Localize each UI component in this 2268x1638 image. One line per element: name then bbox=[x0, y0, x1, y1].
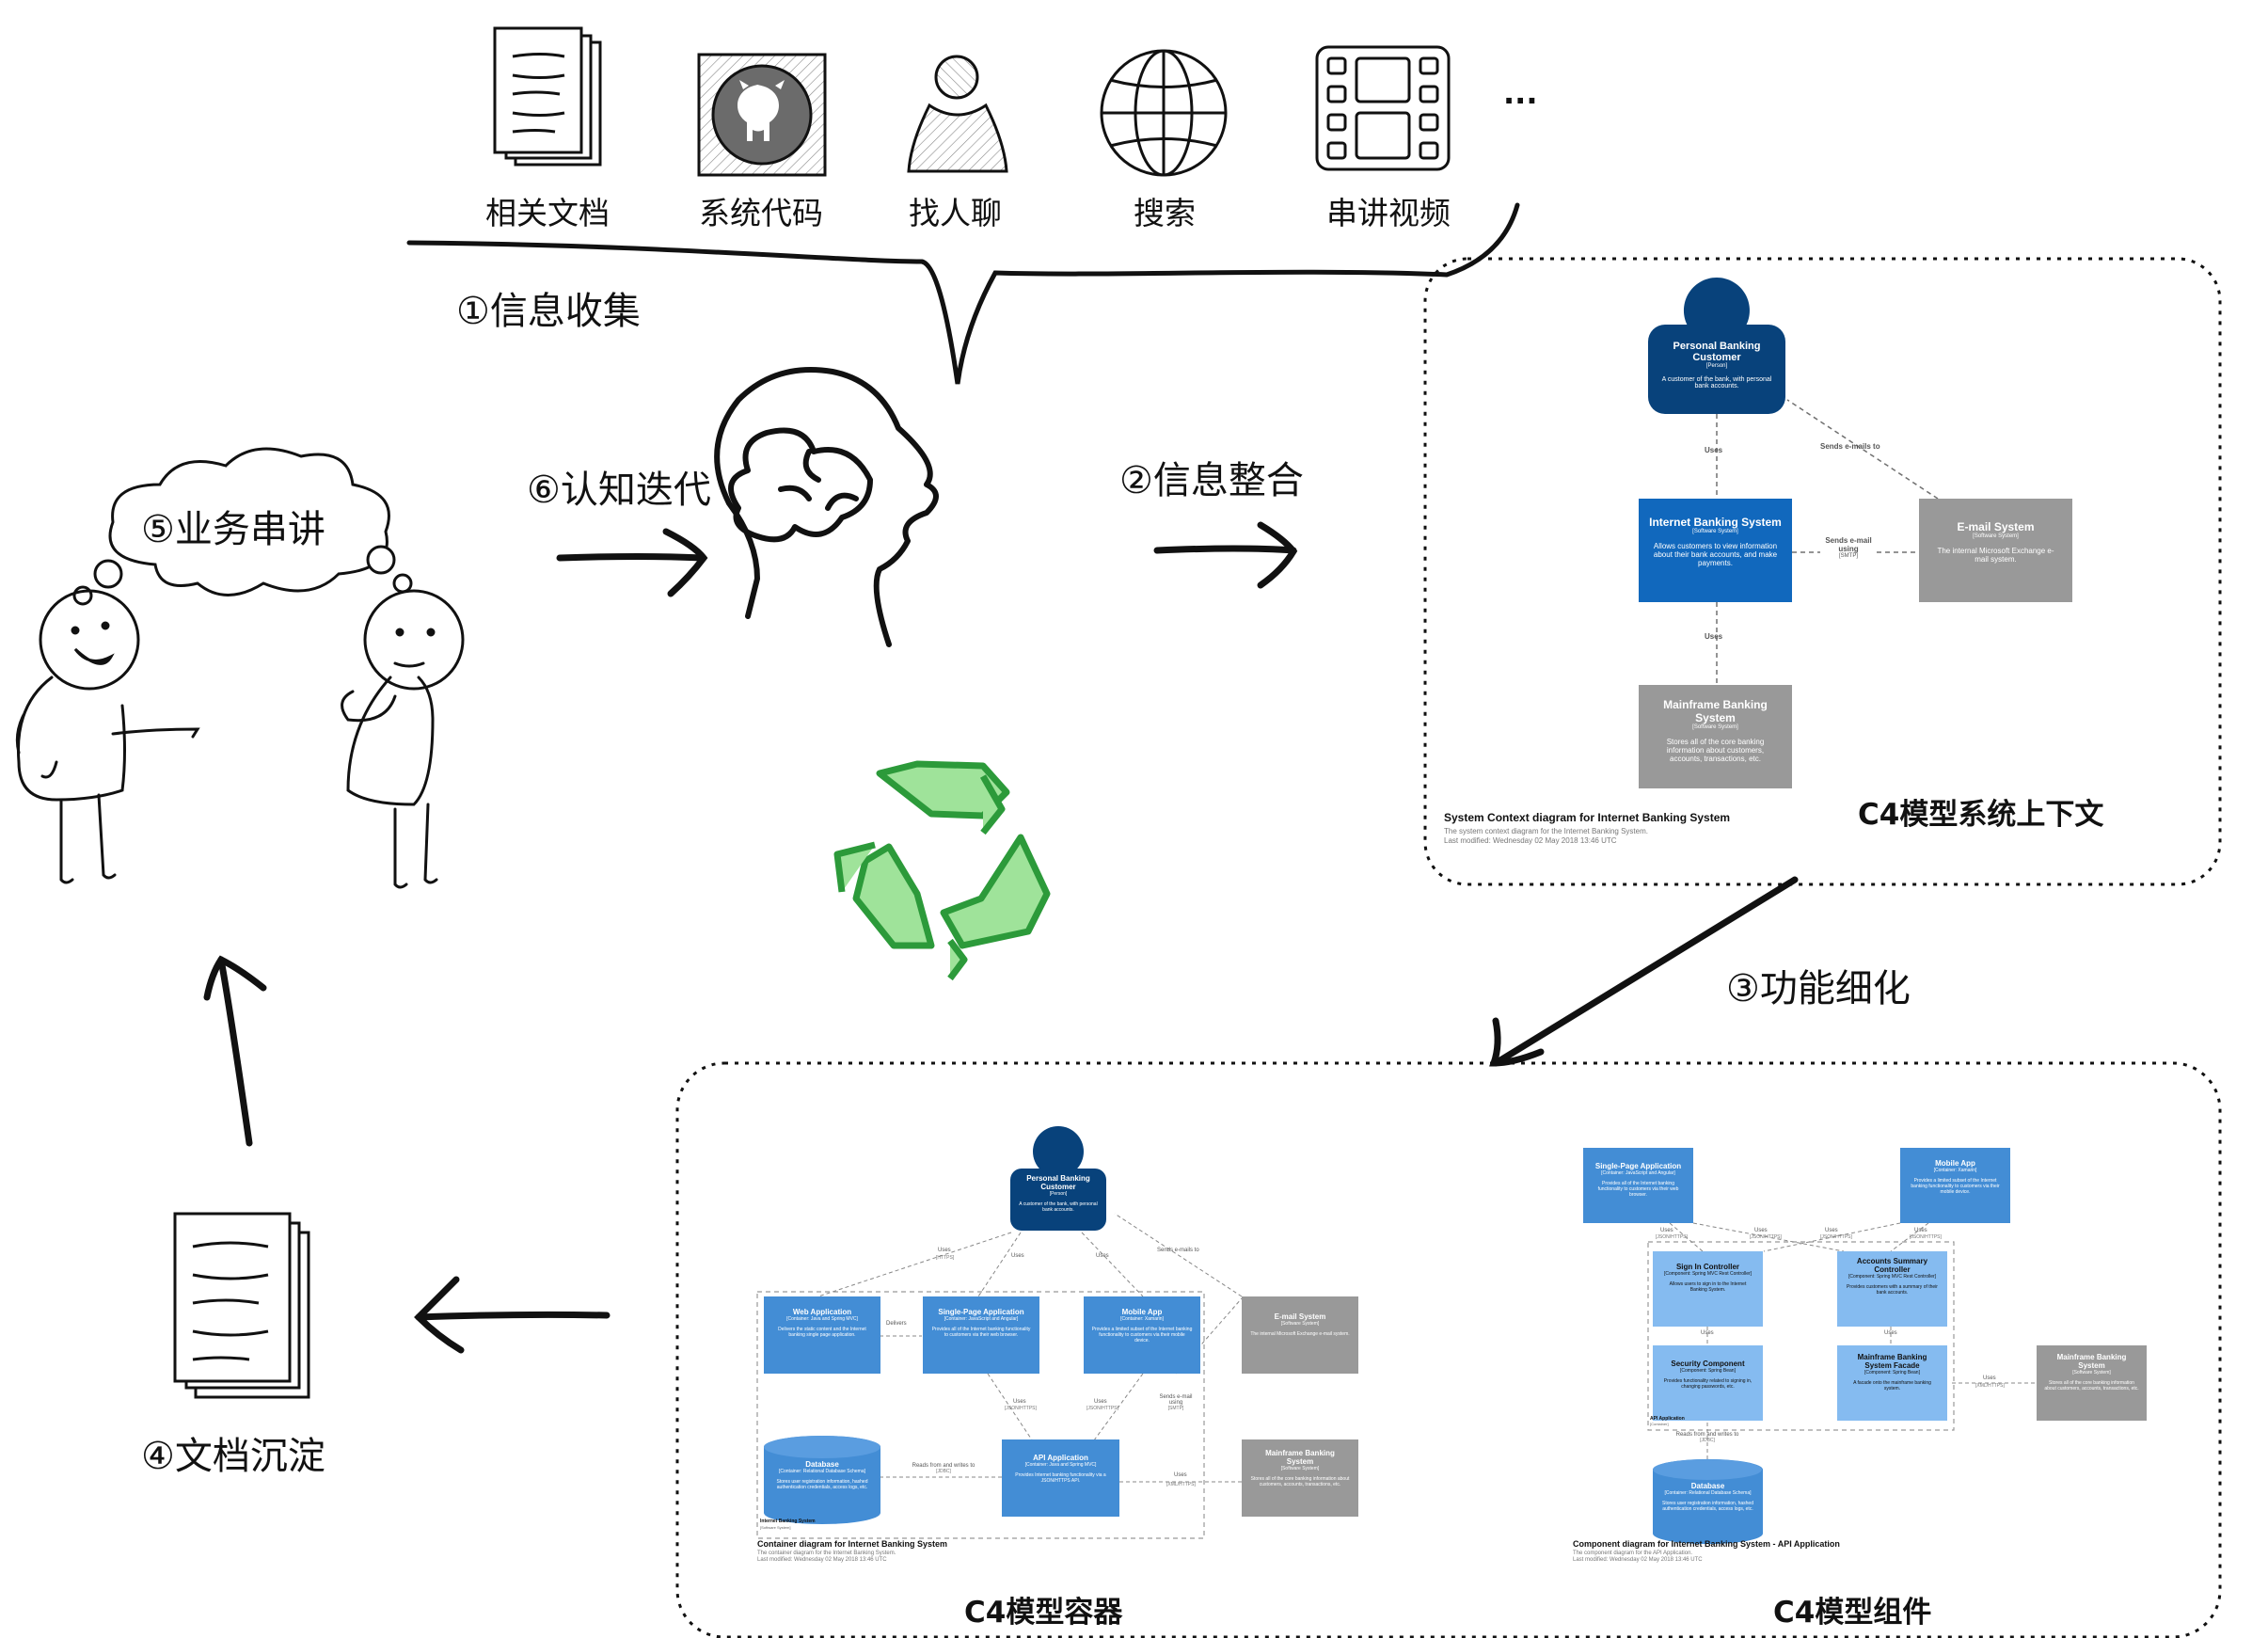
comp-rel-4-proto: [JSON/HTTPS] bbox=[1910, 1234, 1942, 1240]
comp-facade-desc: A facade onto the mainframe banking syst… bbox=[1853, 1380, 1931, 1392]
comp-rel-reads: Reads from and writes to [JDBC] bbox=[1674, 1432, 1740, 1443]
comp-accounts-type: [Component: Spring MVC Rest Controller] bbox=[1848, 1274, 1937, 1280]
comp-boundary-type: [Container] bbox=[1650, 1422, 1669, 1426]
comp-signin-desc: Allows users to sign in to the Internet … bbox=[1669, 1281, 1747, 1293]
component-diagram bbox=[1583, 1148, 2147, 1545]
comp-rel-1-proto: [JSON/HTTPS] bbox=[1656, 1234, 1688, 1240]
comp-facade-type: [Component: Spring Bean] bbox=[1864, 1370, 1920, 1376]
comp-security-title: Security Component bbox=[1671, 1360, 1745, 1368]
comp-signin: Sign In Controller [Component: Spring MV… bbox=[1653, 1263, 1763, 1293]
comp-footer-title: Component diagram for Internet Banking S… bbox=[1573, 1539, 1840, 1549]
comp-rel-7-proto: [XML/HTTPS] bbox=[1975, 1383, 2005, 1389]
comp-rel-reads-proto: [JDBC] bbox=[1700, 1438, 1715, 1443]
comp-rel-3-proto: [JSON/HTTPS] bbox=[1820, 1234, 1852, 1240]
comp-accounts-title: Accounts Summary Controller bbox=[1856, 1257, 1928, 1274]
component-caption: C4模型组件 bbox=[1773, 1596, 1932, 1630]
comp-security-desc: Provides functionality related to signin… bbox=[1663, 1378, 1753, 1390]
comp-db-title: Database bbox=[1690, 1482, 1725, 1490]
comp-signin-type: [Component: Spring MVC Rest Controller] bbox=[1663, 1271, 1753, 1277]
c4-knowledge-flow-diagram: 相关文档 系统代码 找人聊 搜索 串讲视频 ... ①信息收集 ⑤业务串讲 ⑥认… bbox=[0, 0, 2268, 1638]
comp-signin-title: Sign In Controller bbox=[1675, 1263, 1740, 1271]
comp-spa-title: Single-Page Application bbox=[1594, 1162, 1682, 1170]
comp-db-desc: Stores user registration information, ha… bbox=[1662, 1501, 1753, 1512]
comp-mainframe-type: [Software System] bbox=[2072, 1370, 2111, 1376]
comp-rel-7: Uses bbox=[1983, 1376, 1996, 1381]
comp-mobile: Mobile App [Container: Xamarin] Provides… bbox=[1900, 1159, 2010, 1195]
comp-rel-6: Uses bbox=[1884, 1330, 1897, 1336]
comp-mainframe: Mainframe Banking System [Software Syste… bbox=[2037, 1353, 2147, 1392]
comp-mobile-type: [Container: Xamarin] bbox=[1933, 1168, 1977, 1173]
comp-accounts: Accounts Summary Controller [Component: … bbox=[1837, 1257, 1947, 1296]
comp-facade: Mainframe Banking System Facade [Compone… bbox=[1837, 1353, 1947, 1392]
comp-facade-title: Mainframe Banking System Facade bbox=[1857, 1353, 1927, 1370]
comp-footer-date: Last modified: Wednesday 02 May 2018 13:… bbox=[1573, 1557, 1703, 1563]
comp-mainframe-title: Mainframe Banking System bbox=[2056, 1353, 2127, 1370]
comp-db: Database [Container: Relational Database… bbox=[1653, 1482, 1763, 1512]
comp-db-top bbox=[1653, 1459, 1762, 1480]
comp-db-type: [Container: Relational Database Schema] bbox=[1664, 1490, 1752, 1496]
comp-accounts-desc: Provides customers with a summary of the… bbox=[1847, 1284, 1938, 1296]
comp-mobile-desc: Provides a limited subset of the Interne… bbox=[1911, 1178, 2000, 1195]
comp-rel-4: Uses bbox=[1914, 1228, 1927, 1233]
comp-rel-2-proto: [JSON/HTTPS] bbox=[1750, 1234, 1782, 1240]
comp-spa-type: [Container: JavaScript and Angular] bbox=[1601, 1170, 1675, 1176]
comp-rel-3: Uses bbox=[1825, 1228, 1838, 1233]
comp-rel-5: Uses bbox=[1701, 1330, 1714, 1336]
comp-security: Security Component [Component: Spring Be… bbox=[1653, 1360, 1763, 1390]
comp-spa-desc: Provides all of the Internet banking fun… bbox=[1597, 1181, 1679, 1198]
comp-mainframe-desc: Stores all of the core banking informati… bbox=[2044, 1380, 2139, 1392]
comp-mobile-title: Mobile App bbox=[1935, 1159, 1975, 1168]
comp-rel-2: Uses bbox=[1754, 1228, 1768, 1233]
comp-spa: Single-Page Application [Container: Java… bbox=[1583, 1162, 1693, 1198]
comp-rel-1: Uses bbox=[1660, 1228, 1673, 1233]
comp-footer-sub: The component diagram for the API Applic… bbox=[1573, 1551, 1693, 1556]
comp-security-type: [Component: Spring Bean] bbox=[1680, 1368, 1736, 1374]
